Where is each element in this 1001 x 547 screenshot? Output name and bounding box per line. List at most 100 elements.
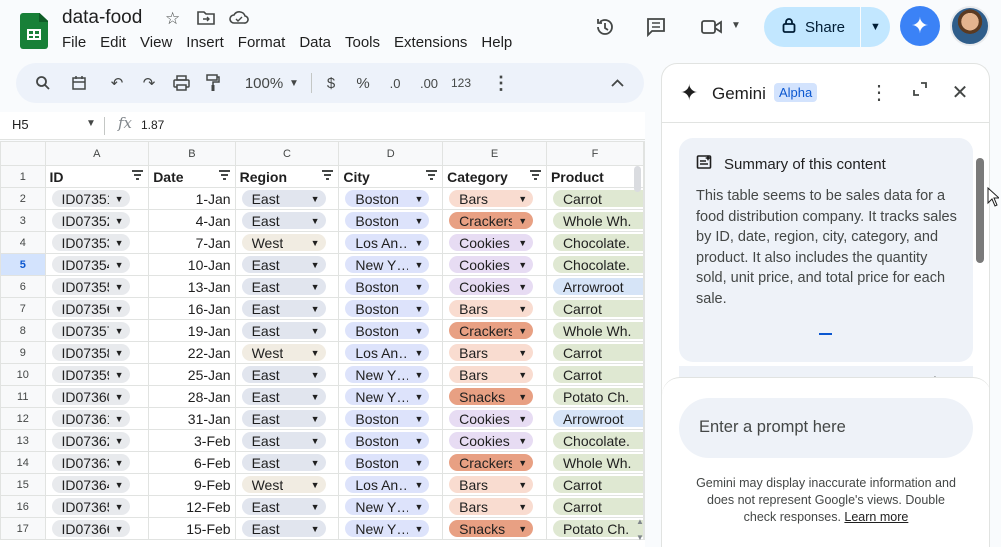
column-header-e[interactable]: E bbox=[442, 141, 547, 166]
dropdown-chip[interactable]: ID07366 ▼ bbox=[51, 520, 130, 538]
sheets-logo[interactable] bbox=[20, 13, 48, 49]
dropdown-chip[interactable]: ID07357 ▼ bbox=[51, 322, 130, 340]
cell[interactable] bbox=[643, 451, 645, 474]
dropdown-chip[interactable]: ID07352 ▼ bbox=[51, 212, 130, 230]
cell-city[interactable]: Boston ▼ bbox=[338, 319, 444, 342]
header-cell[interactable]: Region bbox=[234, 165, 340, 188]
dropdown-chip[interactable]: East ▼ bbox=[241, 388, 326, 406]
calendar-icon[interactable] bbox=[66, 63, 92, 103]
dropdown-chip[interactable]: Crackers ▼ bbox=[449, 322, 534, 340]
header-cell[interactable]: Category bbox=[442, 165, 547, 188]
cell-product[interactable]: Carrot bbox=[545, 473, 645, 496]
cell-id[interactable]: ID07361 ▼ bbox=[44, 407, 150, 430]
column-header-f[interactable]: F bbox=[545, 141, 645, 166]
product-chip[interactable]: Arrowroot bbox=[552, 278, 643, 296]
dropdown-chip[interactable]: Boston ▼ bbox=[345, 300, 430, 318]
dropdown-chip[interactable]: Snacks ▼ bbox=[449, 388, 534, 406]
menu-edit[interactable]: Edit bbox=[100, 34, 140, 51]
cell-region[interactable]: East ▼ bbox=[234, 209, 340, 232]
dropdown-chip[interactable]: New Y… ▼ bbox=[345, 498, 430, 516]
cell-id[interactable]: ID07363 ▼ bbox=[44, 451, 150, 474]
cell-region[interactable]: East ▼ bbox=[234, 495, 340, 518]
cell-id[interactable]: ID07366 ▼ bbox=[44, 517, 150, 540]
close-panel-icon[interactable]: ✕ bbox=[948, 80, 972, 105]
cell-id[interactable]: ID07364 ▼ bbox=[44, 473, 150, 496]
decrease-decimal-button[interactable]: .0 bbox=[384, 63, 406, 103]
cell-id[interactable]: ID07365 ▼ bbox=[44, 495, 150, 518]
product-chip[interactable]: Chocolate. bbox=[552, 256, 643, 274]
cell[interactable] bbox=[643, 231, 645, 254]
cell-product[interactable]: Arrowroot bbox=[545, 407, 645, 430]
filter-icon[interactable] bbox=[426, 170, 438, 181]
cell[interactable] bbox=[643, 187, 645, 210]
share-button[interactable]: Share ▼ bbox=[764, 7, 890, 47]
undo-icon[interactable]: ↶ bbox=[104, 63, 130, 103]
dropdown-chip[interactable]: Snacks ▼ bbox=[449, 520, 534, 538]
dropdown-chip[interactable]: ID07362 ▼ bbox=[51, 432, 130, 450]
cell-product[interactable]: Carrot bbox=[545, 363, 645, 386]
cell-date[interactable]: 25-Jan bbox=[148, 363, 236, 386]
cell-category[interactable]: Cookies ▼ bbox=[442, 231, 547, 254]
cell-id[interactable]: ID07358 ▼ bbox=[44, 341, 150, 364]
gemini-toggle-icon[interactable]: ✦ bbox=[900, 6, 940, 46]
row-header[interactable]: 5 bbox=[0, 253, 46, 276]
filter-icon[interactable] bbox=[529, 170, 541, 181]
cell-id[interactable]: ID07357 ▼ bbox=[44, 319, 150, 342]
row-header[interactable]: 14 bbox=[0, 451, 46, 474]
cell-city[interactable]: Los An… ▼ bbox=[338, 341, 444, 364]
dropdown-chip[interactable]: ID07361 ▼ bbox=[51, 410, 130, 428]
menu-format[interactable]: Format bbox=[238, 34, 300, 51]
cell[interactable] bbox=[643, 495, 645, 518]
dropdown-chip[interactable]: ID07351 ▼ bbox=[51, 190, 130, 208]
product-chip[interactable]: Carrot bbox=[552, 498, 643, 516]
dropdown-chip[interactable]: East ▼ bbox=[241, 256, 326, 274]
row-header[interactable]: 1 bbox=[0, 165, 46, 188]
cell-region[interactable]: East ▼ bbox=[234, 407, 340, 430]
cell-category[interactable]: Cookies ▼ bbox=[442, 407, 547, 430]
cell-id[interactable]: ID07352 ▼ bbox=[44, 209, 150, 232]
paint-format-icon[interactable] bbox=[200, 63, 226, 103]
cell-region[interactable]: East ▼ bbox=[234, 187, 340, 210]
cell-region[interactable]: East ▼ bbox=[234, 297, 340, 320]
cell-city[interactable]: Boston ▼ bbox=[338, 407, 444, 430]
share-dropdown-icon[interactable]: ▼ bbox=[861, 21, 890, 33]
dropdown-chip[interactable]: ID07354 ▼ bbox=[51, 256, 130, 274]
product-chip[interactable]: Potato Ch. bbox=[552, 388, 643, 406]
panel-scrollbar[interactable] bbox=[976, 158, 984, 263]
cell-date[interactable]: 16-Jan bbox=[148, 297, 236, 320]
cell-date[interactable]: 4-Jan bbox=[148, 209, 236, 232]
column-header-d[interactable]: D bbox=[338, 141, 444, 166]
product-chip[interactable]: Carrot bbox=[552, 344, 643, 362]
print-icon[interactable] bbox=[168, 63, 194, 103]
dropdown-chip[interactable]: Los An… ▼ bbox=[345, 344, 430, 362]
cell-id[interactable]: ID07360 ▼ bbox=[44, 385, 150, 408]
cell[interactable] bbox=[643, 253, 645, 276]
cell-category[interactable]: Bars ▼ bbox=[442, 495, 547, 518]
cell-id[interactable]: ID07359 ▼ bbox=[44, 363, 150, 386]
meet-dropdown-icon[interactable]: ▼ bbox=[731, 20, 741, 31]
row-header[interactable]: 11 bbox=[0, 385, 46, 408]
row-header[interactable]: 4 bbox=[0, 231, 46, 254]
cell-category[interactable]: Crackers ▼ bbox=[442, 319, 547, 342]
redo-icon[interactable]: ↷ bbox=[136, 63, 162, 103]
dropdown-chip[interactable]: East ▼ bbox=[241, 498, 326, 516]
spreadsheet-grid[interactable]: ABCDEF 1 ID Date Region City Category Product 2… bbox=[0, 141, 645, 547]
cell-date[interactable]: 6-Feb bbox=[148, 451, 236, 474]
scroll-up-icon[interactable]: ▲ bbox=[636, 517, 644, 526]
dropdown-chip[interactable]: Bars ▼ bbox=[449, 498, 534, 516]
header-cell[interactable]: Date bbox=[148, 165, 236, 188]
dropdown-chip[interactable]: New Y… ▼ bbox=[345, 520, 430, 538]
column-header-b[interactable]: B bbox=[148, 141, 236, 166]
collapse-toolbar-icon[interactable] bbox=[606, 63, 628, 103]
cell-category[interactable]: Bars ▼ bbox=[442, 187, 547, 210]
cell-city[interactable]: Boston ▼ bbox=[338, 451, 444, 474]
dropdown-chip[interactable]: West ▼ bbox=[241, 234, 326, 252]
dropdown-chip[interactable]: East ▼ bbox=[241, 454, 326, 472]
formula-input[interactable]: 1.87 bbox=[141, 118, 164, 132]
percent-format-button[interactable]: % bbox=[353, 63, 373, 103]
row-header[interactable]: 15 bbox=[0, 473, 46, 496]
cell-region[interactable]: East ▼ bbox=[234, 363, 340, 386]
product-chip[interactable]: Arrowroot bbox=[552, 410, 643, 428]
product-chip[interactable]: Whole Wh. bbox=[552, 454, 643, 472]
cell[interactable] bbox=[643, 407, 645, 430]
